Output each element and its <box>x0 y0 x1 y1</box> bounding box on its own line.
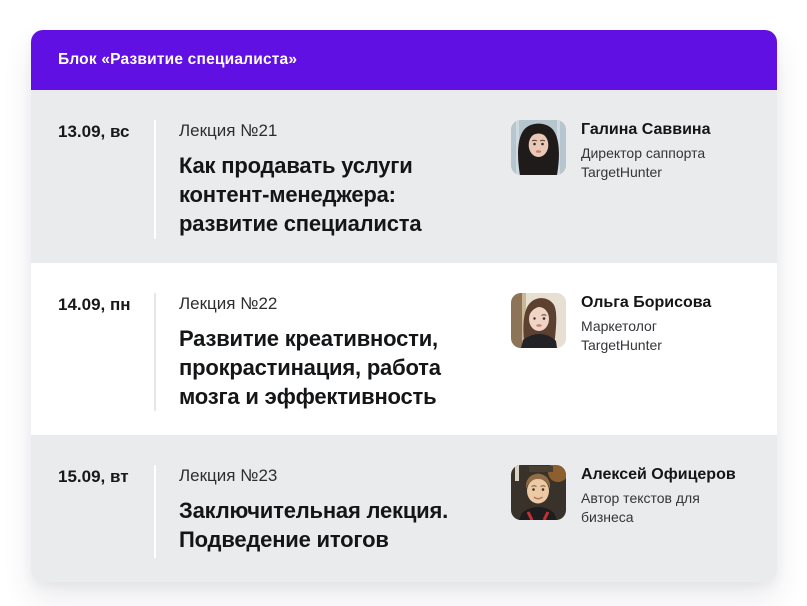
speaker-avatar <box>511 293 566 348</box>
lecture-row: 15.09, вт Лекция №23 Заключительная лекц… <box>31 435 777 582</box>
speaker-role: Автор текстов для бизнеса <box>581 490 700 525</box>
speaker-block: Галина Саввина Директор саппорта TargetH… <box>511 120 750 182</box>
lecture-title: Как продавать услуги контент-менеджера: … <box>179 153 422 236</box>
lecture-date: 15.09, вт <box>58 467 129 486</box>
lecture-number: Лекция №23 <box>179 466 278 485</box>
speaker-name: Алексей Офицеров <box>581 466 736 483</box>
speaker-block: Алексей Офицеров Автор текстов для бизне… <box>511 465 750 527</box>
speaker-info: Галина Саввина Директор саппорта TargetH… <box>581 120 710 182</box>
lecture-info: Лекция №23 Заключительная лекция. Подвед… <box>179 465 487 554</box>
lecture-number: Лекция №21 <box>179 121 278 140</box>
speaker-block: Ольга Борисова Маркетолог TargetHunter <box>511 293 750 355</box>
speaker-info: Ольга Борисова Маркетолог TargetHunter <box>581 293 711 355</box>
lecture-row: 14.09, пн Лекция №22 Развитие креативнос… <box>31 263 777 435</box>
schedule-card: Блок «Развитие специалиста» 13.09, вс Ле… <box>31 30 777 582</box>
speaker-avatar <box>511 120 566 175</box>
speaker-avatar <box>511 465 566 520</box>
lecture-row: 13.09, вс Лекция №21 Как продавать услуг… <box>31 90 777 263</box>
speaker-role: Директор саппорта TargetHunter <box>581 145 706 180</box>
lecture-title: Развитие креативности, прокрастинация, р… <box>179 326 441 409</box>
vertical-divider <box>154 465 156 558</box>
lecture-date: 13.09, вс <box>58 122 130 141</box>
card-header: Блок «Развитие специалиста» <box>31 30 777 90</box>
speaker-role: Маркетолог TargetHunter <box>581 318 662 353</box>
lecture-info: Лекция №22 Развитие креативности, прокра… <box>179 293 487 411</box>
vertical-divider <box>154 120 156 239</box>
speaker-name: Ольга Борисова <box>581 294 712 311</box>
vertical-divider <box>154 293 156 411</box>
lecture-number: Лекция №22 <box>179 294 278 313</box>
lecture-info: Лекция №21 Как продавать услуги контент-… <box>179 120 487 238</box>
lecture-date: 14.09, пн <box>58 295 131 314</box>
lecture-title: Заключительная лекция. Подведение итогов <box>179 498 449 552</box>
speaker-name: Галина Саввина <box>581 121 711 138</box>
speaker-info: Алексей Офицеров Автор текстов для бизне… <box>581 465 736 527</box>
block-title: Блок «Развитие специалиста» <box>58 51 298 68</box>
